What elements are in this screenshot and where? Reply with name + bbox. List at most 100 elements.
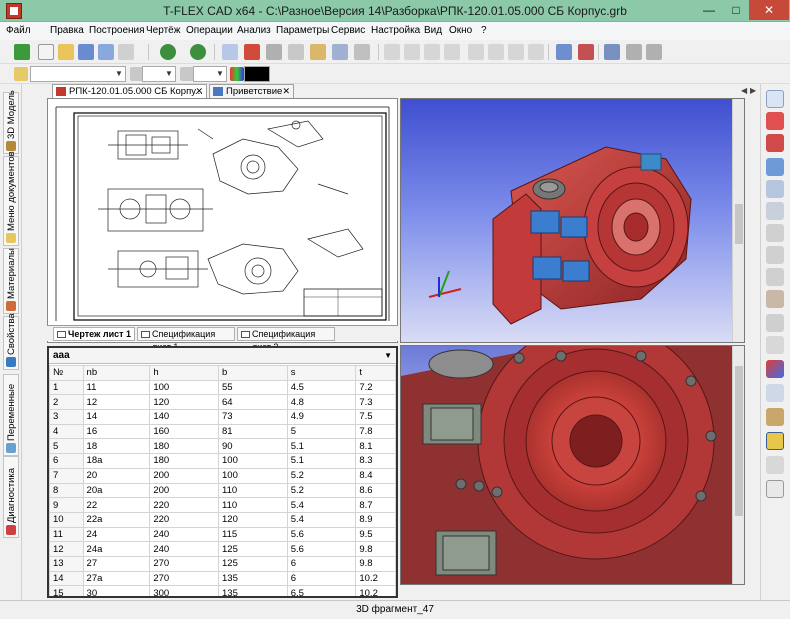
priority-combo[interactable]: ▼ — [193, 66, 227, 82]
table-cell[interactable]: 64 — [218, 394, 288, 411]
table-cell[interactable]: 6 — [286, 570, 357, 587]
table-cell[interactable]: 5.2 — [286, 482, 357, 499]
table-row[interactable]: 14 27a 270 135 6 10.2 — [49, 570, 396, 587]
menu-construction[interactable]: Построения — [89, 25, 145, 36]
table-cell[interactable]: 135 — [218, 570, 288, 587]
table-cell[interactable]: 140 — [149, 409, 220, 425]
table-cell[interactable]: 15 — [49, 585, 84, 596]
magnet-icon[interactable] — [766, 112, 784, 130]
menu-service[interactable]: Сервис — [331, 25, 365, 36]
table-cell[interactable]: 11 — [82, 379, 151, 396]
table-cell[interactable]: 7 — [49, 467, 84, 484]
pan-icon[interactable] — [766, 268, 784, 286]
column-header[interactable]: nb — [82, 365, 151, 381]
distribute-icon[interactable] — [468, 44, 484, 60]
layer-icon[interactable] — [14, 67, 28, 81]
menu-help[interactable]: ? — [481, 25, 487, 36]
3d-viewport-closeup[interactable] — [400, 345, 745, 585]
tab-diagnostics[interactable]: Диагностика — [3, 456, 19, 538]
table-cell[interactable]: 8.4 — [355, 467, 396, 484]
render-mode-icon[interactable] — [766, 360, 784, 378]
paste-icon[interactable] — [310, 44, 326, 60]
drawing-viewport[interactable] — [47, 98, 398, 343]
section-icon[interactable] — [766, 384, 784, 402]
delete-icon[interactable] — [244, 44, 260, 60]
table-row[interactable]: 15 30 300 135 6.5 10.2 — [49, 585, 396, 596]
grid-icon[interactable] — [222, 44, 238, 60]
table-cell[interactable]: 27 — [82, 555, 151, 572]
cube-view-icon[interactable] — [766, 432, 784, 450]
menu-view[interactable]: Вид — [424, 25, 442, 36]
minimize-button[interactable]: — — [695, 0, 723, 20]
zoom-out-icon[interactable] — [766, 246, 784, 264]
magnet-settings-icon[interactable] — [766, 134, 784, 152]
open-folder-icon[interactable] — [58, 44, 74, 60]
table-cell[interactable]: 27a — [82, 570, 151, 587]
view-copy-icon[interactable] — [766, 314, 784, 332]
close-button[interactable]: ✕ — [749, 0, 789, 20]
table-cell[interactable]: 13 — [49, 555, 84, 572]
tab-variables[interactable]: Переменные — [3, 374, 19, 456]
rotate-icon[interactable] — [766, 290, 784, 308]
table-cell[interactable]: 24a — [82, 541, 151, 557]
table-cell[interactable]: 5.6 — [286, 526, 357, 543]
table-cell[interactable]: 160 — [149, 423, 220, 440]
tab-specification-sheet-1[interactable]: Спецификация лист 1 — [137, 327, 235, 352]
table-cell[interactable]: 5.6 — [286, 541, 357, 557]
table-cell[interactable]: 18 — [82, 438, 151, 455]
table-cell[interactable]: 11 — [49, 526, 84, 543]
table-cell[interactable]: 125 — [218, 541, 288, 557]
cut-icon[interactable] — [266, 44, 282, 60]
table-cell[interactable]: 240 — [149, 541, 220, 557]
table-cell[interactable]: 8.3 — [355, 453, 396, 469]
table-name-header[interactable]: aaa ▼ — [49, 348, 396, 364]
table-cell[interactable]: 12 — [49, 541, 84, 557]
tab-document-menu[interactable]: Меню документов — [3, 151, 19, 246]
table-cell[interactable]: 24 — [82, 526, 151, 543]
align-center-icon[interactable] — [404, 44, 420, 60]
table-cell[interactable]: 5.4 — [286, 511, 357, 528]
confirm-icon[interactable] — [14, 44, 30, 60]
table-cell[interactable]: 30 — [82, 585, 151, 596]
table-row[interactable]: 3 14 140 73 4.9 7.5 — [49, 409, 396, 425]
ungroup-icon[interactable] — [508, 44, 524, 60]
table-cell[interactable]: 220 — [149, 511, 220, 528]
properties-icon[interactable] — [354, 44, 370, 60]
order-icon[interactable] — [528, 44, 544, 60]
level-combo[interactable]: ▼ — [142, 66, 176, 82]
close-tab-icon[interactable]: ✕ — [195, 85, 203, 98]
shading-icon[interactable] — [766, 408, 784, 426]
tab-document-main[interactable]: РПК-120.01.05.000 СБ Корпу... ✕ — [52, 84, 207, 98]
table-cell[interactable]: 73 — [218, 409, 288, 425]
menu-analysis[interactable]: Анализ — [237, 25, 271, 36]
snap-icon[interactable] — [766, 90, 784, 108]
table-cell[interactable]: 300 — [149, 585, 220, 596]
zoom-in-icon[interactable] — [766, 224, 784, 242]
column-header[interactable]: h — [149, 365, 220, 381]
table-cell[interactable]: 200 — [149, 467, 220, 484]
save-all-icon[interactable] — [98, 44, 114, 60]
table-cell[interactable]: 7.8 — [355, 423, 396, 440]
table-cell[interactable]: 180 — [149, 438, 220, 455]
priority-icon[interactable] — [180, 67, 194, 81]
box-view-icon[interactable] — [766, 480, 784, 498]
column-header[interactable]: № — [49, 365, 84, 381]
table-cell[interactable]: 4.8 — [286, 394, 357, 411]
fit-view-icon[interactable] — [766, 202, 784, 220]
table-cell[interactable]: 8.9 — [355, 511, 396, 528]
3d-viewport-isometric[interactable] — [400, 98, 745, 343]
table-cell[interactable]: 8 — [49, 482, 84, 499]
table-cell[interactable]: 16 — [82, 423, 151, 440]
table-row[interactable]: 2 12 120 64 4.8 7.3 — [49, 394, 396, 411]
redo-icon[interactable] — [190, 44, 206, 60]
tab-specification-sheet-2[interactable]: Спецификация лист 2 — [237, 327, 335, 352]
table-cell[interactable]: 120 — [149, 394, 220, 411]
menu-drawing[interactable]: Чертёж — [146, 25, 180, 36]
table-cell[interactable]: 22 — [82, 497, 151, 513]
insert-table-icon[interactable] — [626, 44, 642, 60]
align-top-icon[interactable] — [444, 44, 460, 60]
table-cell[interactable]: 6 — [286, 555, 357, 572]
zoom-icon[interactable] — [766, 180, 784, 198]
table-cell[interactable]: 110 — [218, 497, 288, 513]
table-cell[interactable]: 220 — [149, 497, 220, 513]
